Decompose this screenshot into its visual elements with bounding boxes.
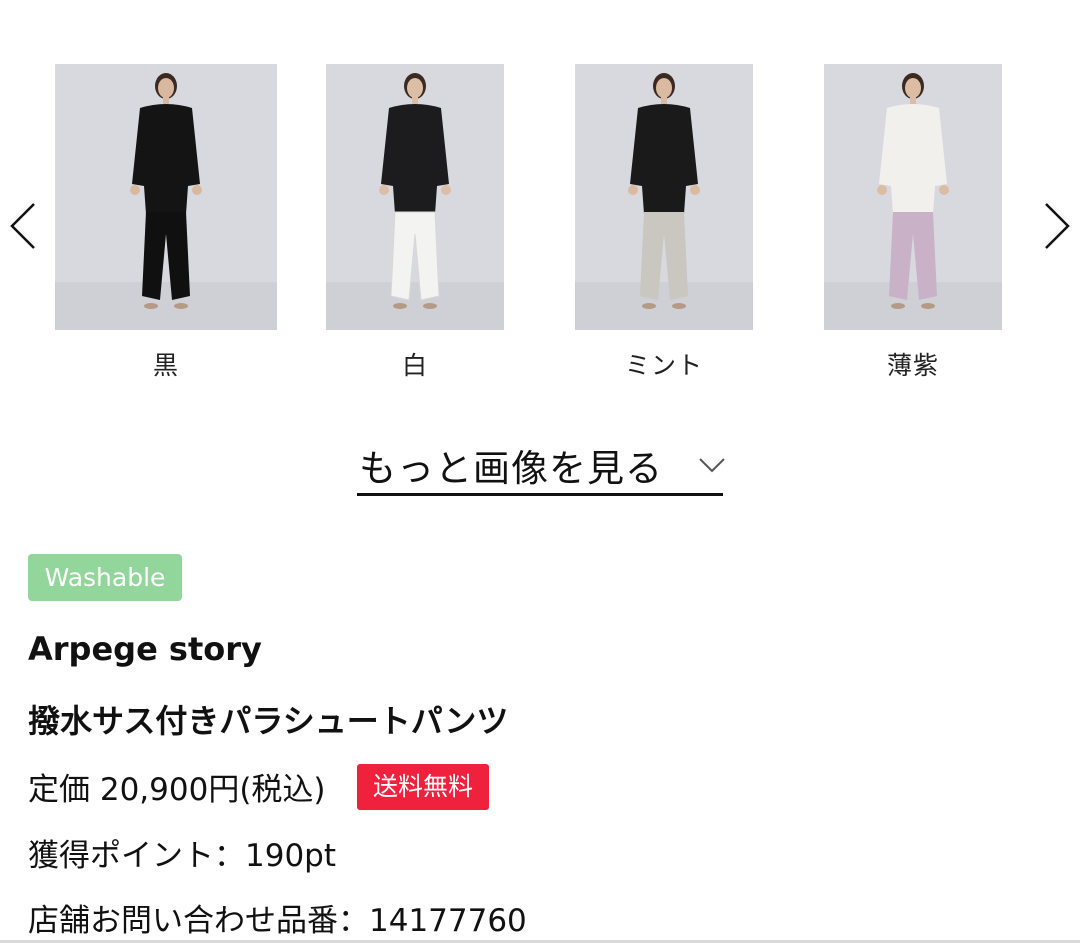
model-illustration xyxy=(55,64,277,330)
foot xyxy=(423,303,437,309)
free-shipping-badge: 送料無料 xyxy=(357,764,489,810)
hand xyxy=(628,185,638,195)
hand xyxy=(192,185,202,195)
model-photo xyxy=(326,64,504,330)
carousel-prev-button[interactable] xyxy=(4,196,44,256)
model-photo xyxy=(55,64,277,330)
foot xyxy=(174,303,188,309)
color-label: ミント xyxy=(624,351,703,380)
model-illustration xyxy=(575,64,753,330)
foot xyxy=(672,303,686,309)
head xyxy=(905,78,921,98)
hand xyxy=(690,185,700,195)
foot xyxy=(642,303,656,309)
neck xyxy=(910,96,916,104)
neck xyxy=(412,96,418,104)
head xyxy=(656,78,672,98)
chevron-down-icon xyxy=(697,454,727,476)
foot xyxy=(921,303,935,309)
carousel-item-white[interactable]: 白 xyxy=(326,64,504,380)
neck xyxy=(163,96,169,104)
head xyxy=(158,78,174,98)
head xyxy=(407,78,423,98)
hand xyxy=(379,185,389,195)
model-illustration xyxy=(824,64,1002,330)
foot xyxy=(393,303,407,309)
color-label: 薄紫 xyxy=(886,351,939,380)
foot xyxy=(144,303,158,309)
brand-name[interactable]: Arpege story xyxy=(28,630,262,668)
washable-badge: Washable xyxy=(28,554,182,601)
carousel-next-button[interactable] xyxy=(1036,196,1076,256)
color-label: 黒 xyxy=(152,351,179,380)
neck xyxy=(661,96,667,104)
points-text: 獲得ポイント：190pt xyxy=(28,838,337,874)
carousel-item-mint[interactable]: ミント xyxy=(575,64,753,380)
chevron-left-icon xyxy=(10,203,35,249)
foot xyxy=(891,303,905,309)
product-title: 撥水サス付きパラシュートパンツ xyxy=(28,702,509,740)
more-images-label: もっと画像を見る xyxy=(359,447,663,490)
color-carousel: 黒 白 ミント 薄紫 xyxy=(0,0,1080,400)
chevron-right-icon xyxy=(1045,203,1070,249)
hand xyxy=(441,185,451,195)
hand xyxy=(877,185,887,195)
more-images-button[interactable]: もっと画像を見る xyxy=(357,436,725,496)
model-illustration xyxy=(326,64,504,330)
store-number-text: 店舗お問い合わせ品番：14177760 xyxy=(28,903,527,939)
price-text: 定価 20,900円(税込) xyxy=(28,772,326,808)
carousel-item-lavender[interactable]: 薄紫 xyxy=(824,64,1002,380)
model-photo xyxy=(575,64,753,330)
hand xyxy=(130,185,140,195)
hand xyxy=(939,185,949,195)
carousel-item-black[interactable]: 黒 xyxy=(55,64,277,380)
model-photo xyxy=(824,64,1002,330)
color-label: 白 xyxy=(401,351,428,380)
